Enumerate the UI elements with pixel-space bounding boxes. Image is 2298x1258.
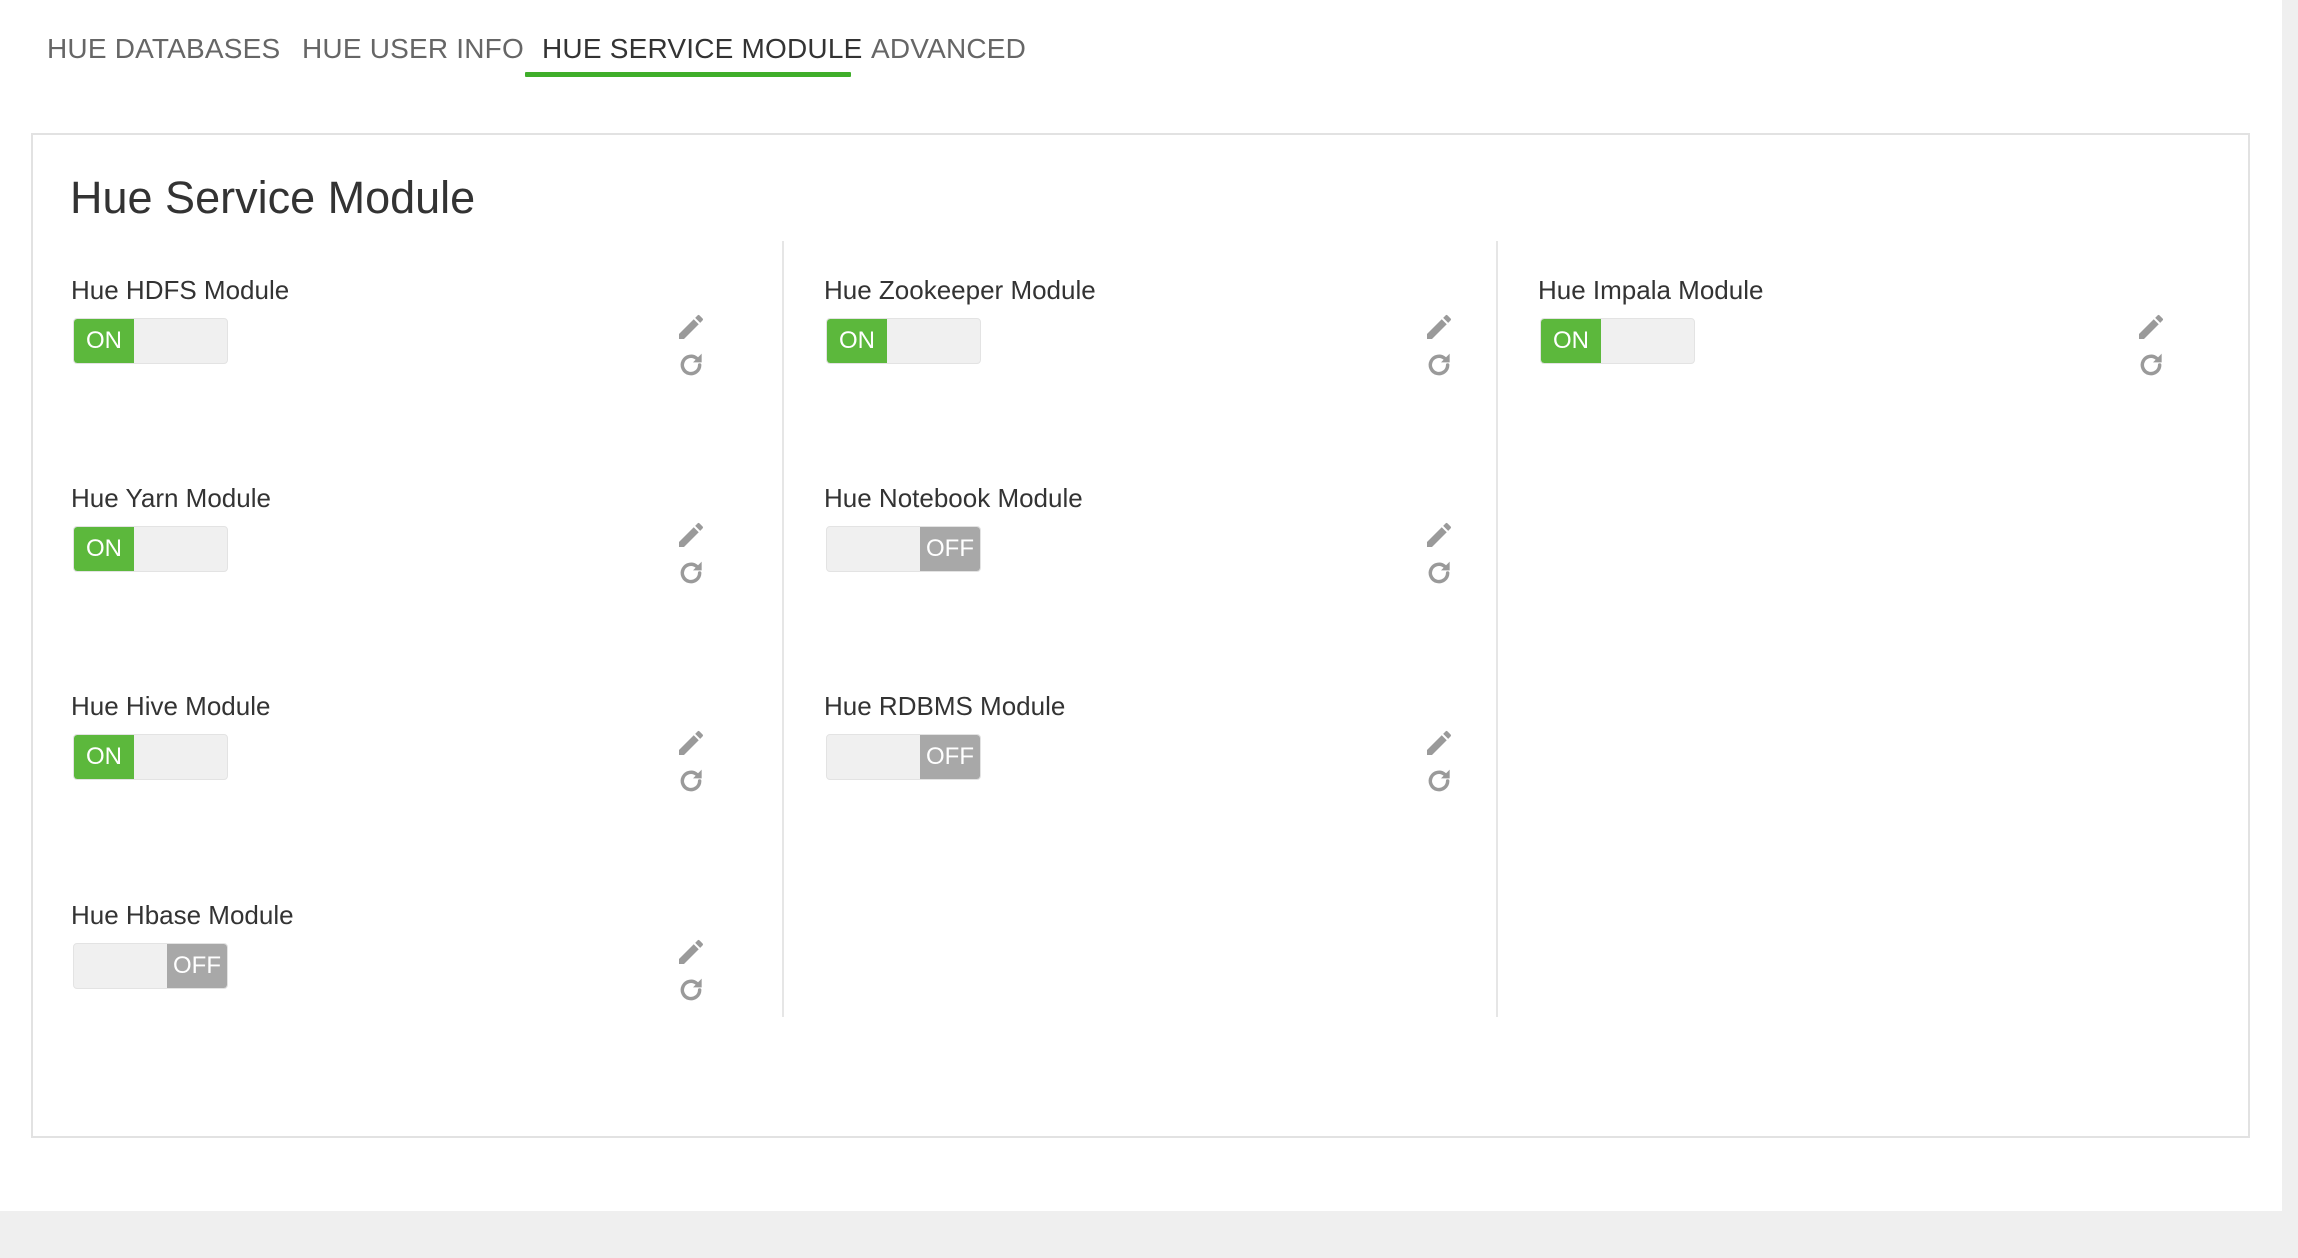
- notebook-module-toggle[interactable]: OFF: [826, 526, 981, 572]
- module-label: Hue Hive Module: [71, 691, 271, 721]
- service-module-panel: Hue Service Module Hue HDFS Module ON Hu…: [31, 133, 2250, 1138]
- undo-icon[interactable]: [2135, 349, 2167, 381]
- toggle-state-label: ON: [74, 735, 134, 779]
- module-label: Hue HDFS Module: [71, 275, 290, 305]
- undo-icon[interactable]: [675, 974, 707, 1006]
- tab-bar: HUE DATABASES HUE USER INFO HUE SERVICE …: [0, 0, 2282, 80]
- hbase-module-toggle[interactable]: OFF: [73, 943, 228, 989]
- impala-module-toggle[interactable]: ON: [1540, 318, 1695, 364]
- module-hbase: Hue Hbase Module OFF: [71, 900, 731, 1080]
- toggle-state-label: OFF: [920, 527, 980, 571]
- module-label: Hue Impala Module: [1538, 275, 1764, 305]
- zookeeper-module-toggle[interactable]: ON: [826, 318, 981, 364]
- module-label: Hue Notebook Module: [824, 483, 1083, 513]
- undo-icon[interactable]: [675, 349, 707, 381]
- column-divider: [782, 241, 784, 1017]
- module-impala: Hue Impala Module ON: [1538, 275, 2198, 455]
- pencil-icon[interactable]: [675, 519, 707, 551]
- module-label: Hue RDBMS Module: [824, 691, 1066, 721]
- module-label: Hue Hbase Module: [71, 900, 294, 930]
- toggle-state-label: ON: [827, 319, 887, 363]
- toggle-state-label: ON: [74, 319, 134, 363]
- column-divider: [1496, 241, 1498, 1017]
- tab-hue-user-info[interactable]: HUE USER INFO: [302, 33, 524, 65]
- pencil-icon[interactable]: [1423, 311, 1455, 343]
- undo-icon[interactable]: [675, 765, 707, 797]
- hdfs-module-toggle[interactable]: ON: [73, 318, 228, 364]
- undo-icon[interactable]: [675, 557, 707, 589]
- toggle-state-label: ON: [1541, 319, 1601, 363]
- module-label: Hue Yarn Module: [71, 483, 271, 513]
- undo-icon[interactable]: [1423, 349, 1455, 381]
- module-yarn: Hue Yarn Module ON: [71, 483, 731, 663]
- toggle-state-label: OFF: [920, 735, 980, 779]
- module-rdbms: Hue RDBMS Module OFF: [824, 691, 1484, 871]
- undo-icon[interactable]: [1423, 765, 1455, 797]
- rdbms-module-toggle[interactable]: OFF: [826, 734, 981, 780]
- page-content: HUE DATABASES HUE USER INFO HUE SERVICE …: [0, 0, 2282, 1211]
- yarn-module-toggle[interactable]: ON: [73, 526, 228, 572]
- tab-advanced[interactable]: ADVANCED: [871, 33, 1026, 65]
- active-tab-indicator: [525, 72, 851, 77]
- module-label: Hue Zookeeper Module: [824, 275, 1096, 305]
- toggle-state-label: ON: [74, 527, 134, 571]
- pencil-icon[interactable]: [675, 727, 707, 759]
- tab-hue-service-module[interactable]: HUE SERVICE MODULE: [542, 33, 863, 65]
- undo-icon[interactable]: [1423, 557, 1455, 589]
- pencil-icon[interactable]: [675, 311, 707, 343]
- tab-hue-databases[interactable]: HUE DATABASES: [47, 33, 280, 65]
- pencil-icon[interactable]: [2135, 311, 2167, 343]
- module-zookeeper: Hue Zookeeper Module ON: [824, 275, 1484, 455]
- module-notebook: Hue Notebook Module OFF: [824, 483, 1484, 663]
- module-hdfs: Hue HDFS Module ON: [71, 275, 731, 455]
- module-hive: Hue Hive Module ON: [71, 691, 731, 871]
- pencil-icon[interactable]: [1423, 727, 1455, 759]
- panel-title: Hue Service Module: [70, 172, 476, 223]
- pencil-icon[interactable]: [1423, 519, 1455, 551]
- toggle-state-label: OFF: [167, 944, 227, 988]
- hive-module-toggle[interactable]: ON: [73, 734, 228, 780]
- pencil-icon[interactable]: [675, 936, 707, 968]
